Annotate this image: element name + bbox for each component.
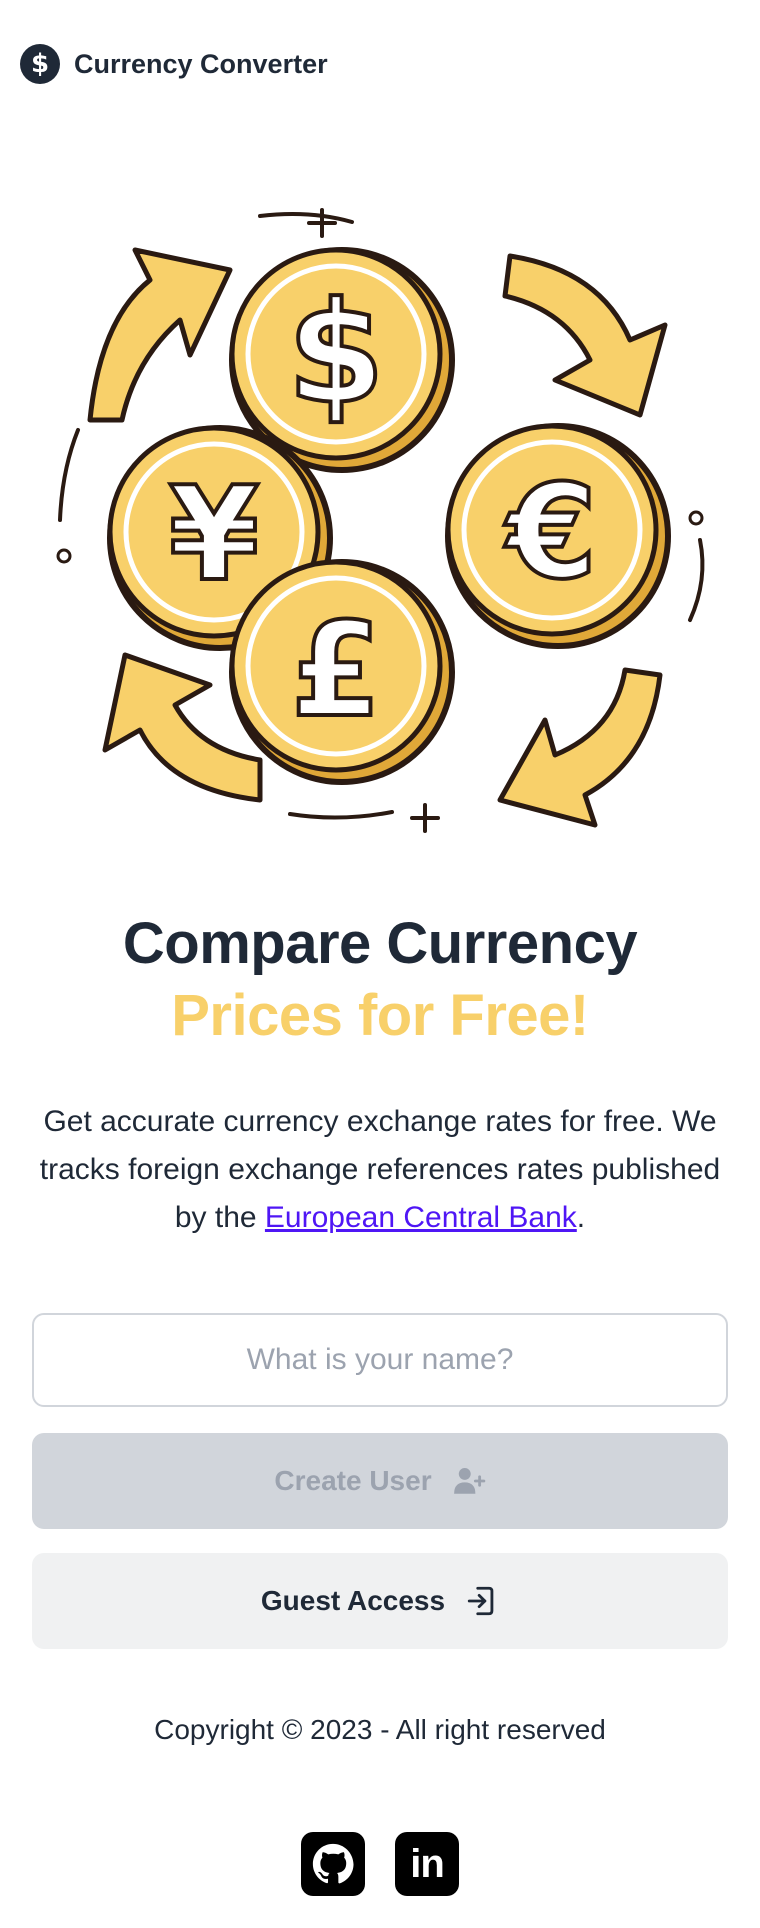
linkedin-icon: in xyxy=(410,1842,445,1886)
currency-exchange-coins-illustration: $ € ¥ £ xyxy=(56,208,705,833)
ecb-link[interactable]: European Central Bank xyxy=(265,1201,577,1234)
dollar-circle-icon: $ xyxy=(20,44,60,84)
copyright: Copyright © 2023 - All right reserved xyxy=(154,1714,606,1745)
decor-arc xyxy=(258,212,354,224)
linkedin-link[interactable]: in xyxy=(395,1832,459,1896)
euro-coin: € xyxy=(445,423,671,649)
headline-line-1: Compare Currency xyxy=(122,911,638,976)
guest-access-label: Guest Access xyxy=(260,1585,446,1616)
description-end: . xyxy=(576,1201,586,1234)
user-plus-icon xyxy=(453,1467,485,1494)
circle-decoration xyxy=(688,510,704,526)
app-title: Currency Converter xyxy=(74,48,328,79)
name-input[interactable] xyxy=(32,1313,728,1407)
svg-text:€: € xyxy=(504,456,597,608)
social-links: in xyxy=(0,1832,760,1896)
guest-access-button[interactable]: Guest Access xyxy=(32,1553,728,1649)
header[interactable]: $ Currency Converter xyxy=(20,44,328,84)
svg-text:$: $ xyxy=(287,273,384,436)
headline: Compare Currency Prices for Free! xyxy=(0,908,760,1052)
circle-decoration xyxy=(56,548,72,564)
create-user-button[interactable]: Create User xyxy=(32,1433,728,1529)
arrow-icon xyxy=(497,667,663,828)
create-user-label: Create User xyxy=(274,1465,432,1496)
github-icon xyxy=(312,1843,354,1884)
page: $ Currency Converter $ € ¥ £ Compare Cur… xyxy=(0,0,760,1928)
arrow-icon xyxy=(502,253,668,418)
decor-arc xyxy=(58,428,80,522)
description: Get accurate currency exchange rates for… xyxy=(30,1098,730,1242)
github-link[interactable] xyxy=(301,1832,365,1896)
pound-coin: £ xyxy=(229,559,455,785)
decor-arc xyxy=(288,810,394,820)
headline-line-2: Prices for Free! xyxy=(171,983,589,1048)
svg-text:¥: ¥ xyxy=(169,458,259,610)
arrow-icon xyxy=(87,247,233,423)
login-icon xyxy=(467,1586,494,1616)
decor-arc xyxy=(688,538,705,622)
svg-text:£: £ xyxy=(291,594,381,746)
